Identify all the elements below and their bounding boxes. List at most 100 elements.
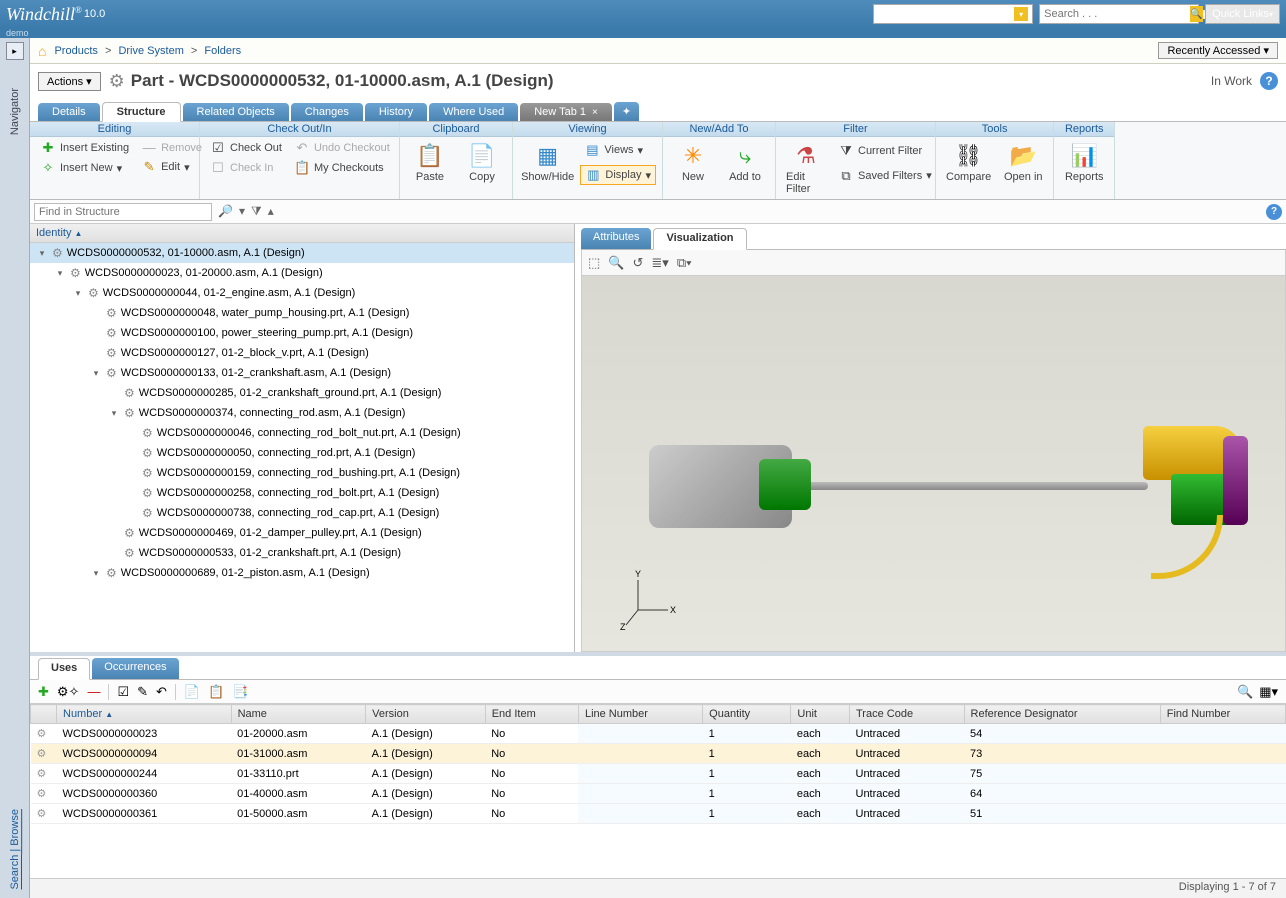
breadcrumb-item[interactable]: Drive System [118, 45, 183, 57]
col-header[interactable]: Unit [791, 705, 850, 724]
my-checkouts-button[interactable]: 📋My Checkouts [290, 159, 394, 177]
col-header[interactable]: Reference Designator [964, 705, 1160, 724]
rail-browse-link[interactable]: Browse [9, 809, 21, 846]
tree-header-identity[interactable]: Identity▲ [30, 224, 574, 243]
tab-related[interactable]: Related Objects [183, 103, 289, 121]
table-row[interactable]: ⚙WCDS000000002301-20000.asmA.1 (Design)N… [31, 724, 1286, 744]
cell-qty[interactable]: 1 [703, 764, 791, 784]
home-icon[interactable]: ⌂ [38, 43, 46, 59]
table-row[interactable]: ⚙WCDS000000036001-40000.asmA.1 (Design)N… [31, 784, 1286, 804]
quick-links-button[interactable]: Quick Links ▾ [1205, 4, 1280, 24]
tree-node[interactable]: ▾⚙WCDS0000000374, connecting_rod.asm, A.… [30, 403, 574, 423]
checkin-button[interactable]: ☐Check In [206, 159, 286, 177]
tree-node[interactable]: ▾⚙WCDS0000000023, 01-20000.asm, A.1 (Des… [30, 263, 574, 283]
breadcrumb-item[interactable]: Folders [204, 45, 241, 57]
copy-button[interactable]: 📄Copy [458, 139, 506, 185]
tab-history[interactable]: History [365, 103, 427, 121]
vis-rotate-icon[interactable]: ↺ [632, 255, 643, 271]
uses-undo-icon[interactable]: ↶ [156, 684, 167, 700]
expand-icon[interactable] [126, 508, 138, 518]
uses-paste-icon[interactable]: 📋 [208, 684, 224, 700]
paste-button[interactable]: 📋Paste [406, 139, 454, 185]
cell-trace[interactable]: Untraced [850, 784, 965, 804]
table-row[interactable]: ⚙WCDS000000009401-31000.asmA.1 (Design)N… [31, 744, 1286, 764]
col-header[interactable]: Trace Code [850, 705, 965, 724]
cell-linenum[interactable] [578, 764, 702, 784]
savedfilters-button[interactable]: ⧉Saved Filters ▾ [834, 167, 936, 185]
uses-paste2-icon[interactable]: 📑 [232, 684, 248, 700]
tab-occurrences[interactable]: Occurrences [92, 658, 178, 679]
cell-findnum[interactable] [1160, 744, 1285, 764]
expand-icon[interactable] [90, 328, 102, 338]
global-search[interactable]: 🔍 ▾ [1039, 4, 1199, 24]
views-button[interactable]: ▤Views ▾ [580, 141, 656, 159]
tab-add-button[interactable]: ✦ [614, 102, 639, 121]
tree-node[interactable]: ⚙WCDS0000000533, 01-2_crankshaft.prt, A.… [30, 543, 574, 563]
cell-trace[interactable]: Untraced [850, 804, 965, 824]
cell-trace[interactable]: Untraced [850, 724, 965, 744]
find-dropdown-icon[interactable]: ▾ [239, 204, 245, 219]
cell-refdes[interactable]: 73 [964, 744, 1160, 764]
col-header[interactable]: Number ▲ [57, 705, 232, 724]
tab-new1[interactable]: New Tab 1× [520, 103, 612, 121]
tab-changes[interactable]: Changes [291, 103, 363, 121]
tree-node[interactable]: ⚙WCDS0000000100, power_steering_pump.prt… [30, 323, 574, 343]
col-header[interactable]: Find Number [1160, 705, 1285, 724]
expand-icon[interactable]: ▾ [72, 288, 84, 299]
col-header[interactable]: Quantity [703, 705, 791, 724]
tree-node[interactable]: ▾⚙WCDS0000000133, 01-2_crankshaft.asm, A… [30, 363, 574, 383]
vis-zoom-icon[interactable]: 🔍 [608, 255, 624, 271]
search-icon[interactable]: 🔍 [1190, 6, 1202, 22]
cell-trace[interactable]: Untraced [850, 744, 965, 764]
remove-button[interactable]: —Remove [137, 139, 206, 156]
editfilter-button[interactable]: ⚗Edit Filter [782, 139, 830, 197]
tree-node[interactable]: ▾⚙WCDS0000000044, 01-2_engine.asm, A.1 (… [30, 283, 574, 303]
expand-icon[interactable]: ▾ [108, 408, 120, 419]
col-header[interactable]: Line Number [578, 705, 702, 724]
expand-icon[interactable] [108, 528, 120, 538]
vis-options-icon[interactable]: ⧉▾ [677, 255, 692, 271]
col-header[interactable]: Version [366, 705, 486, 724]
recently-accessed-button[interactable]: Recently Accessed ▾ [1158, 42, 1278, 59]
tab-attributes[interactable]: Attributes [581, 228, 651, 249]
cell-linenum[interactable] [578, 804, 702, 824]
expand-icon[interactable] [90, 348, 102, 358]
tab-visualization[interactable]: Visualization [653, 228, 746, 250]
actions-button[interactable]: Actions ▾ [38, 72, 101, 91]
cell-qty[interactable]: 1 [703, 804, 791, 824]
cell-findnum[interactable] [1160, 764, 1285, 784]
cell-trace[interactable]: Untraced [850, 764, 965, 784]
uses-columns-icon[interactable]: ▦▾ [1259, 684, 1278, 700]
cell-findnum[interactable] [1160, 724, 1285, 744]
expand-icon[interactable] [108, 388, 120, 398]
undo-checkout-button[interactable]: ↶Undo Checkout [290, 139, 394, 157]
tree-node[interactable]: ⚙WCDS0000000159, connecting_rod_bushing.… [30, 463, 574, 483]
tree-node[interactable]: ⚙WCDS0000000048, water_pump_housing.prt,… [30, 303, 574, 323]
uses-edit-icon[interactable]: ✎ [137, 684, 148, 700]
insert-existing-button[interactable]: ✚Insert Existing [36, 139, 133, 157]
expand-icon[interactable]: ▾ [54, 268, 66, 279]
expand-icon[interactable] [126, 448, 138, 458]
checkout-button[interactable]: ☑Check Out [206, 139, 286, 157]
table-row[interactable]: ⚙WCDS000000036101-50000.asmA.1 (Design)N… [31, 804, 1286, 824]
uses-search-icon[interactable]: 🔍 [1237, 684, 1253, 700]
tree-node[interactable]: ▾⚙WCDS0000000532, 01-10000.asm, A.1 (Des… [30, 243, 574, 263]
col-header[interactable]: Name [231, 705, 366, 724]
vis-tools-icon[interactable]: ≣▾ [651, 255, 668, 271]
cell-unit[interactable]: each [791, 744, 850, 764]
expand-icon[interactable] [126, 428, 138, 438]
expand-navigator-button[interactable]: ▸ [6, 42, 24, 60]
cell-refdes[interactable]: 64 [964, 784, 1160, 804]
table-row[interactable]: ⚙WCDS000000024401-33110.prtA.1 (Design)N… [31, 764, 1286, 784]
cell-findnum[interactable] [1160, 804, 1285, 824]
cell-qty[interactable]: 1 [703, 744, 791, 764]
expand-icon[interactable] [108, 548, 120, 558]
expand-icon[interactable] [126, 488, 138, 498]
rail-search-link[interactable]: Search [9, 855, 21, 890]
cell-findnum[interactable] [1160, 784, 1285, 804]
col-header[interactable]: End Item [485, 705, 578, 724]
tree-node[interactable]: ⚙WCDS0000000285, 01-2_crankshaft_ground.… [30, 383, 574, 403]
cell-refdes[interactable]: 75 [964, 764, 1160, 784]
find-input[interactable] [34, 203, 212, 221]
uses-remove-icon[interactable]: — [87, 684, 100, 699]
